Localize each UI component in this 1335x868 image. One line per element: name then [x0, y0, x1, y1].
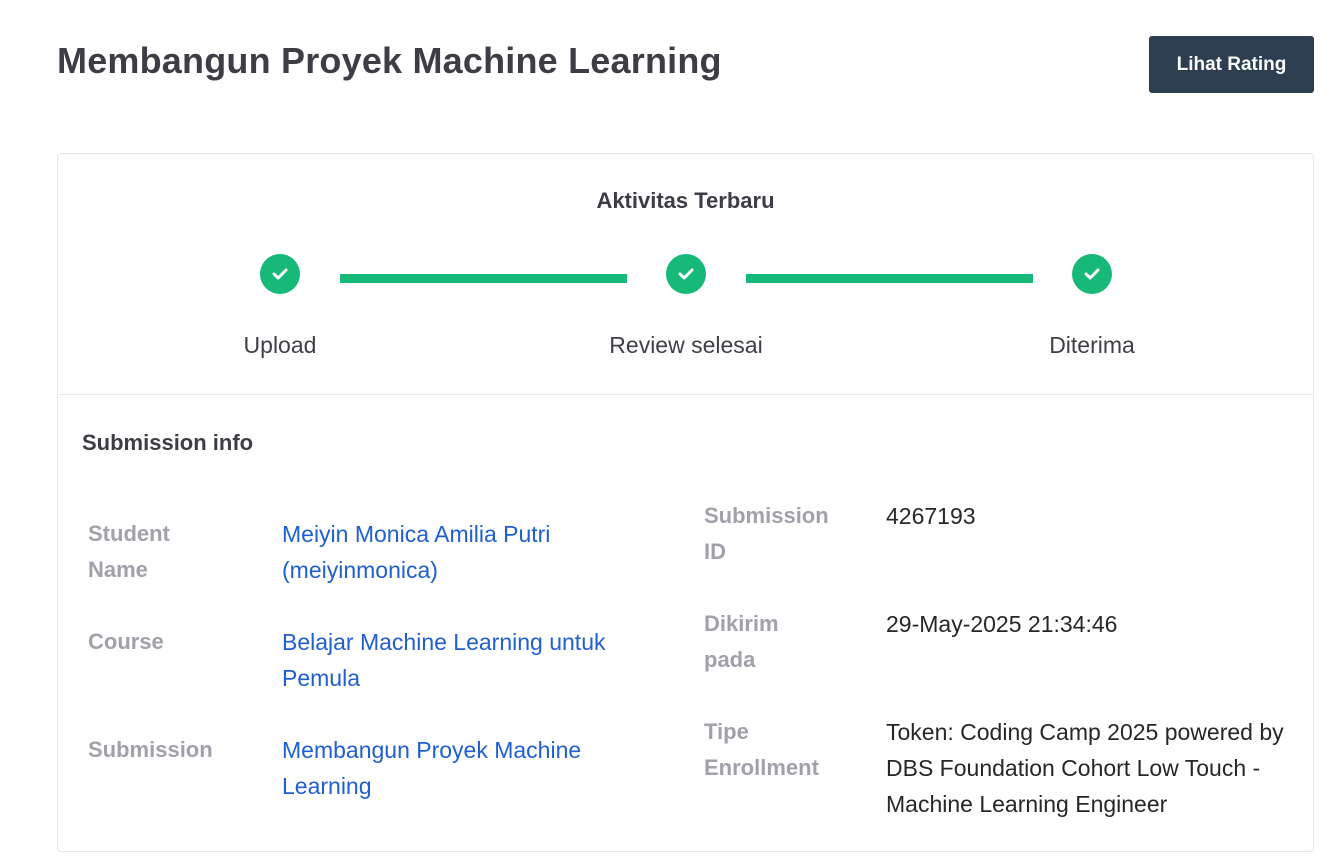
step-label-review: Review selesai	[609, 332, 763, 358]
enrollment-type-label: Tipe Enrollment	[704, 719, 819, 780]
submission-card: Aktivitas Terbaru Upload Review selesai …	[57, 153, 1314, 852]
submission-link[interactable]: Membangun Proyek Machine Learning	[282, 732, 642, 804]
sent-at-label: Dikirim pada	[704, 611, 779, 672]
sent-at-value: 29-May-2025 21:34:46	[886, 611, 1118, 637]
page-title: Membangun Proyek Machine Learning	[57, 40, 722, 81]
submission-label: Submission	[88, 737, 213, 762]
submission-id-value: 4267193	[886, 503, 976, 529]
course-link[interactable]: Belajar Machine Learning untuk Pemula	[282, 624, 667, 696]
submission-id-label: Submission ID	[704, 503, 829, 564]
course-label: Course	[88, 629, 164, 654]
student-name-label: Student Name	[88, 521, 170, 582]
section-divider	[58, 394, 1313, 395]
enrollment-type-value: Token: Coding Camp 2025 powered by DBS F…	[886, 719, 1284, 817]
step-review-check-icon	[666, 254, 706, 294]
step-label-upload: Upload	[243, 332, 317, 358]
step-label-accepted: Diterima	[1049, 332, 1135, 358]
student-name-link[interactable]: Meiyin Monica Amilia Putri (meiyinmonica…	[282, 516, 622, 588]
step-accepted-check-icon	[1072, 254, 1112, 294]
step-upload-check-icon	[260, 254, 300, 294]
step-connector-2	[746, 274, 1033, 283]
activity-title: Aktivitas Terbaru	[596, 188, 775, 213]
step-connector-1	[340, 274, 627, 283]
view-rating-button[interactable]: Lihat Rating	[1149, 36, 1314, 93]
submission-info-title: Submission info	[82, 430, 254, 455]
